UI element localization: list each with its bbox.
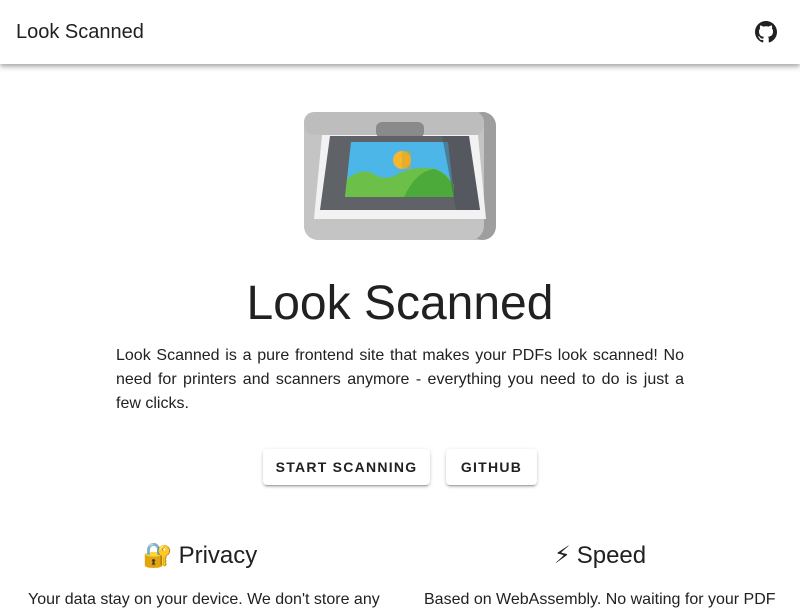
feature-text-speed: Based on WebAssembly. No waiting for you… <box>424 591 776 608</box>
scanner-illustration <box>304 112 496 240</box>
feature-heading-privacy: 🔐 Privacy <box>10 540 390 572</box>
feature-heading-speed: ⚡ Speed <box>410 540 790 572</box>
feature-text-privacy: Your data stay on your device. We don't … <box>28 591 380 608</box>
app-title: Look Scanned <box>16 21 144 43</box>
page-title: Look Scanned <box>246 277 554 330</box>
hero-description: Look Scanned is a pure frontend site tha… <box>116 347 684 412</box>
app-bar: Look Scanned <box>0 0 800 64</box>
start-scanning-button[interactable]: START SCANNING <box>263 449 430 485</box>
lightning-icon: ⚡ <box>553 542 571 569</box>
feature-title: Speed <box>576 542 647 569</box>
feature-title: Privacy <box>178 542 258 569</box>
github-icon <box>755 21 777 43</box>
github-button[interactable]: GITHUB <box>446 449 537 485</box>
github-link-button[interactable] <box>748 14 784 50</box>
lock-key-icon: 🔐 <box>142 542 173 569</box>
